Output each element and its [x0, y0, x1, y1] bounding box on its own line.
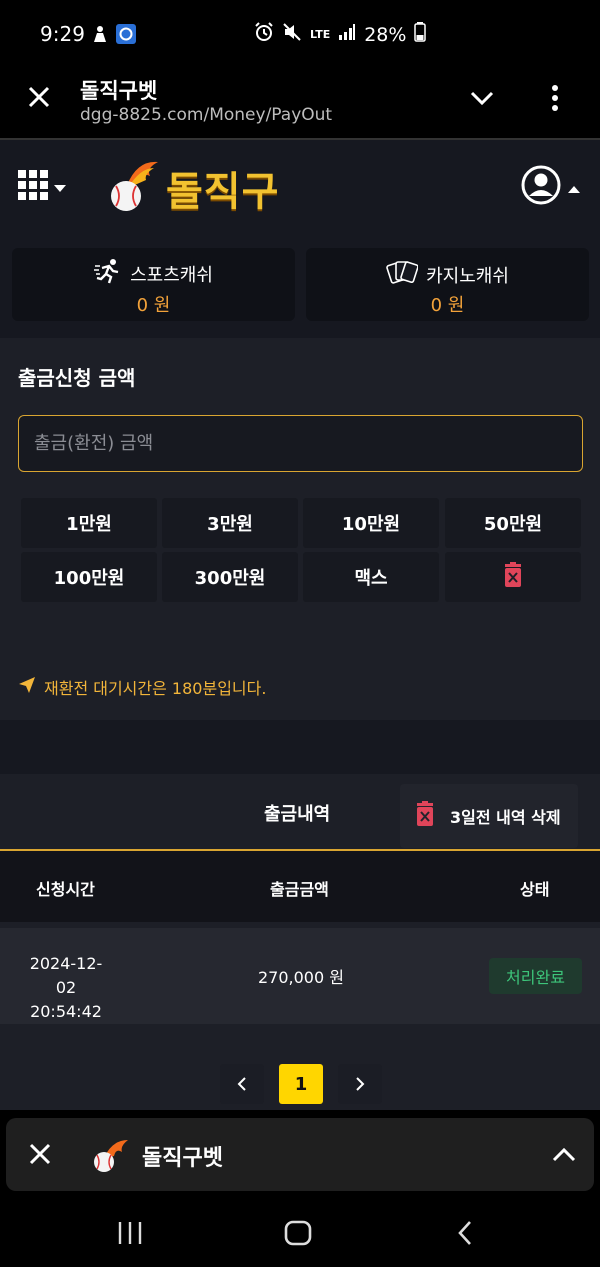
running-icon	[94, 258, 122, 289]
clear-amount-button[interactable]	[445, 552, 581, 602]
battery-percent: 28%	[364, 23, 407, 46]
history-title: 출금내역	[264, 804, 331, 825]
grid-icon	[18, 170, 48, 204]
status-time: 9:29	[40, 22, 85, 46]
tab-title: 돌직구벳	[142, 1146, 223, 1171]
caret-down-icon	[54, 178, 66, 197]
app-notification-icon	[116, 24, 136, 48]
signal-icon	[338, 23, 356, 46]
table-header: 신청시간 출금금액 상태	[0, 851, 600, 922]
app-content: 돌직구 스포츠캐쉬 0 원 카지노캐쉬 0 원 출금신청 금액 출금(환전) 금…	[0, 140, 600, 1110]
casino-cash-amount: 0 원	[430, 295, 465, 316]
site-logo[interactable]: 돌직구	[106, 158, 279, 218]
column-header-time: 신청시간	[36, 880, 95, 899]
quick-amount-3[interactable]: 3만원	[162, 498, 298, 548]
logo-text: 돌직구	[166, 169, 280, 215]
quick-amount-max[interactable]: 맥스	[303, 552, 439, 602]
request-time: 2024-12-02 20:54:42	[20, 952, 112, 1024]
withdraw-heading: 출금신청 금액	[18, 366, 136, 390]
casino-cash-label: 카지노캐쉬	[426, 265, 509, 287]
quick-amount-10[interactable]: 10만원	[303, 498, 439, 548]
quick-amount-50[interactable]: 50만원	[445, 498, 581, 548]
chevron-up-icon[interactable]	[550, 1144, 578, 1168]
sports-cash-amount: 0 원	[136, 295, 171, 316]
browser-toolbar: 돌직구벳 dgg-8825.com/Money/PayOut	[0, 70, 600, 138]
user-icon	[520, 164, 562, 210]
trash-icon	[502, 561, 524, 593]
caret-up-icon	[568, 178, 580, 197]
more-options-icon[interactable]	[550, 84, 560, 116]
lte-label: LTE	[310, 28, 331, 41]
notification-icon	[92, 25, 108, 47]
site-header: 돌직구	[0, 140, 600, 236]
status-badge: 처리완료	[489, 958, 582, 994]
request-date: 2024-12-02	[29, 954, 103, 997]
mute-icon	[282, 22, 302, 47]
prev-page-button[interactable]	[220, 1064, 264, 1104]
back-icon[interactable]	[456, 1220, 474, 1250]
close-icon[interactable]	[28, 1142, 52, 1170]
browser-url[interactable]: dgg-8825.com/Money/PayOut	[80, 105, 332, 125]
delete-old-history-label: 3일전 내역 삭제	[450, 808, 561, 827]
flaming-baseball-icon	[106, 158, 162, 218]
custom-tab-bar: 돌직구벳	[6, 1118, 594, 1191]
user-menu-button[interactable]	[520, 164, 580, 210]
withdraw-amount: 270,000 원	[258, 968, 344, 987]
chevron-down-icon[interactable]	[468, 88, 496, 112]
next-page-button[interactable]	[338, 1064, 382, 1104]
browser-title: 돌직구벳	[80, 79, 158, 103]
notice-text: 재환전 대기시간은 180분입니다.	[44, 679, 267, 698]
sports-cash-label: 스포츠캐쉬	[130, 264, 213, 286]
recent-apps-icon[interactable]	[117, 1220, 143, 1250]
pagination: 1	[0, 1064, 600, 1104]
paper-plane-icon	[18, 676, 36, 698]
casino-cash-card: 카지노캐쉬 0 원	[306, 248, 589, 321]
home-icon[interactable]	[284, 1220, 312, 1250]
withdraw-panel: 출금신청 금액 1만원 3만원 10만원 50만원 100만원 300만원 맥스…	[0, 338, 600, 720]
withdraw-amount-input[interactable]	[18, 415, 583, 472]
quick-amount-1[interactable]: 1만원	[21, 498, 157, 548]
withdraw-history: 출금내역 3일전 내역 삭제 신청시간 출금금액 상태 2024-12-02 2…	[0, 774, 600, 1110]
cards-icon	[386, 258, 419, 291]
wait-time-notice: 재환전 대기시간은 180분입니다.	[18, 675, 266, 699]
status-bar: 9:29 LTE 28%	[0, 0, 600, 70]
quick-amount-300[interactable]: 300만원	[162, 552, 298, 602]
sports-cash-card: 스포츠캐쉬 0 원	[12, 248, 295, 321]
menu-button[interactable]	[18, 170, 66, 204]
column-header-amount: 출금금액	[270, 880, 329, 899]
flaming-baseball-icon	[90, 1138, 130, 1178]
table-row: 2024-12-02 20:54:42 270,000 원 처리완료	[0, 928, 600, 1024]
request-clock: 20:54:42	[30, 1002, 102, 1021]
system-nav-bar	[0, 1196, 600, 1267]
page-1-button[interactable]: 1	[279, 1064, 323, 1104]
battery-icon	[414, 22, 427, 47]
close-icon[interactable]	[26, 84, 52, 114]
delete-old-history-button[interactable]: 3일전 내역 삭제	[400, 784, 578, 848]
column-header-status: 상태	[520, 880, 550, 899]
alarm-icon	[254, 22, 274, 47]
quick-amount-100[interactable]: 100만원	[21, 552, 157, 602]
trash-icon	[414, 801, 436, 831]
